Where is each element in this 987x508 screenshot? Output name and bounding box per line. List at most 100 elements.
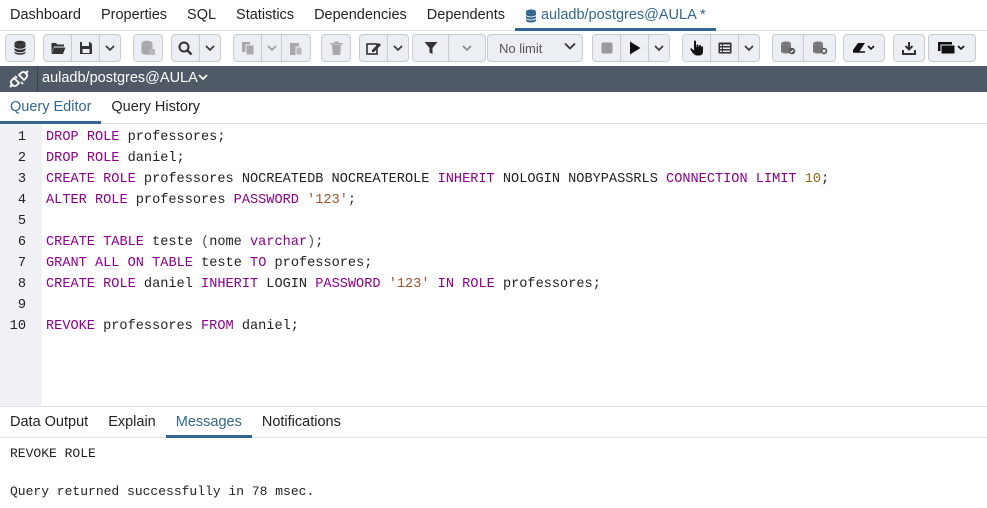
code-token: ALTER xyxy=(46,193,87,208)
code-token: '123' xyxy=(388,277,430,292)
toolbar-group-download xyxy=(893,34,925,62)
edit-button[interactable] xyxy=(360,35,388,61)
toolbar-group-edit xyxy=(359,34,409,62)
toolbar-group-file xyxy=(43,34,121,62)
chevron-down-icon[interactable] xyxy=(198,74,208,81)
toolbar-group-connection xyxy=(5,34,35,62)
explain-analyze-button[interactable] xyxy=(711,35,739,61)
edit-pencil-icon xyxy=(365,42,381,55)
commit-button[interactable] xyxy=(773,35,804,61)
code-token: NOLOGIN NOBYPASSRLS xyxy=(494,172,667,187)
tab-dashboard[interactable]: Dashboard xyxy=(0,0,91,31)
macros-button[interactable] xyxy=(929,35,975,61)
database-connection-button[interactable] xyxy=(6,35,34,61)
save-data-button[interactable] xyxy=(134,35,162,61)
tab-query-tool-label: auladb/postgres@AULA * xyxy=(540,7,706,23)
tab-properties[interactable]: Properties xyxy=(91,0,177,31)
save-file-button[interactable] xyxy=(72,35,100,61)
tab-dependents[interactable]: Dependents xyxy=(417,0,515,31)
code-token: professores NOCREATEDB NOCREATEROLE xyxy=(135,172,438,187)
clear-button[interactable] xyxy=(844,35,884,61)
code-token: CONNECTION LIMIT xyxy=(666,172,797,187)
code-token: varchar xyxy=(250,235,308,250)
delete-rows-button[interactable] xyxy=(322,35,350,61)
rows-limit-select[interactable]: No limit xyxy=(487,34,583,62)
stop-query-button[interactable] xyxy=(593,35,621,61)
filter-options-dropdown[interactable] xyxy=(449,35,485,61)
code-token: ; xyxy=(315,235,324,250)
copy-button[interactable] xyxy=(234,35,262,61)
connection-label[interactable]: auladb/postgres@AULA xyxy=(42,70,198,86)
line-number: 1 xyxy=(17,130,26,145)
code-line: DROP ROLE daniel; xyxy=(46,151,185,166)
download-csv-button[interactable] xyxy=(894,35,924,61)
code-token: teste xyxy=(192,256,251,271)
line-number: 7 xyxy=(17,256,26,271)
tab-query-history[interactable]: Query History xyxy=(101,92,210,124)
result-tab-bar: Data Output Explain Messages Notificatio… xyxy=(0,407,987,438)
chevron-down-icon xyxy=(744,45,754,51)
code-token: ; xyxy=(347,193,357,208)
database-rollback-icon xyxy=(812,41,827,55)
tab-sql[interactable]: SQL xyxy=(177,0,226,31)
toolbar-group-delete xyxy=(321,34,351,62)
code-token: ALL xyxy=(94,256,120,271)
toolbar-group-find xyxy=(171,34,221,62)
code-token: TO xyxy=(250,256,267,271)
line-number-gutter: 1 2 3 4 5 6 7 8 9 10 xyxy=(0,124,42,407)
code-token: PASSWORD xyxy=(233,193,299,208)
filter-button[interactable] xyxy=(413,35,449,61)
list-icon xyxy=(718,42,731,54)
save-options-dropdown[interactable] xyxy=(100,35,120,61)
chevron-down-icon xyxy=(105,45,115,51)
explain-button[interactable] xyxy=(683,35,711,61)
execute-query-button[interactable] xyxy=(621,35,649,61)
tab-explain[interactable]: Explain xyxy=(98,407,166,438)
code-token: LOGIN xyxy=(258,277,316,292)
find-button[interactable] xyxy=(172,35,200,61)
code-token: IN xyxy=(437,277,454,292)
line-number: 8 xyxy=(17,277,26,292)
code-token: INHERIT xyxy=(437,172,495,187)
code-token: REVOKE xyxy=(46,319,95,334)
code-token: professores xyxy=(127,193,234,208)
connection-status-button[interactable] xyxy=(0,66,38,92)
rollback-button[interactable] xyxy=(804,35,835,61)
tab-messages[interactable]: Messages xyxy=(165,407,252,438)
tab-query-tool[interactable]: auladb/postgres@AULA * xyxy=(514,0,716,31)
explain-options-dropdown[interactable] xyxy=(739,35,759,61)
tab-dependencies[interactable]: Dependencies xyxy=(304,0,417,31)
code-line: CREATE ROLE professores NOCREATEDB NOCRE… xyxy=(46,172,829,187)
code-token: CREATE xyxy=(46,235,95,250)
code-token: ROLE xyxy=(103,277,136,292)
code-token: CREATE xyxy=(46,172,95,187)
sql-code-editor[interactable]: 1 2 3 4 5 6 7 8 9 10 DROP ROLE professores; DROP R… xyxy=(0,124,987,407)
message-result: Query returned successfully in 78 msec. xyxy=(10,484,315,499)
chevron-down-icon xyxy=(205,45,215,51)
tab-statistics[interactable]: Statistics xyxy=(226,0,304,31)
toolbar-group-macros xyxy=(928,34,976,62)
code-token: DROP xyxy=(46,130,79,145)
paste-rows-button[interactable] xyxy=(282,35,310,61)
stop-icon xyxy=(601,42,612,54)
find-options-dropdown[interactable] xyxy=(200,35,220,61)
tab-query-editor[interactable]: Query Editor xyxy=(0,92,102,124)
toolbar-group-clear xyxy=(843,34,885,62)
edit-options-dropdown[interactable] xyxy=(388,35,408,61)
toolbar-group-transaction xyxy=(772,34,836,62)
execute-options-dropdown[interactable] xyxy=(649,35,669,61)
code-line: CREATE TABLE teste (nome varchar); xyxy=(46,235,323,250)
tab-notifications[interactable]: Notifications xyxy=(252,407,351,438)
connection-bar: auladb/postgres@AULA xyxy=(0,66,987,92)
copy-options-dropdown[interactable] xyxy=(262,35,282,61)
code-token: teste xyxy=(143,235,202,250)
open-file-button[interactable] xyxy=(44,35,72,61)
code-token: ROLE xyxy=(86,130,120,145)
code-token: nome xyxy=(209,235,250,250)
tab-data-output[interactable]: Data Output xyxy=(0,407,98,438)
chevron-down-icon xyxy=(462,45,472,51)
line-number: 4 xyxy=(17,193,26,208)
